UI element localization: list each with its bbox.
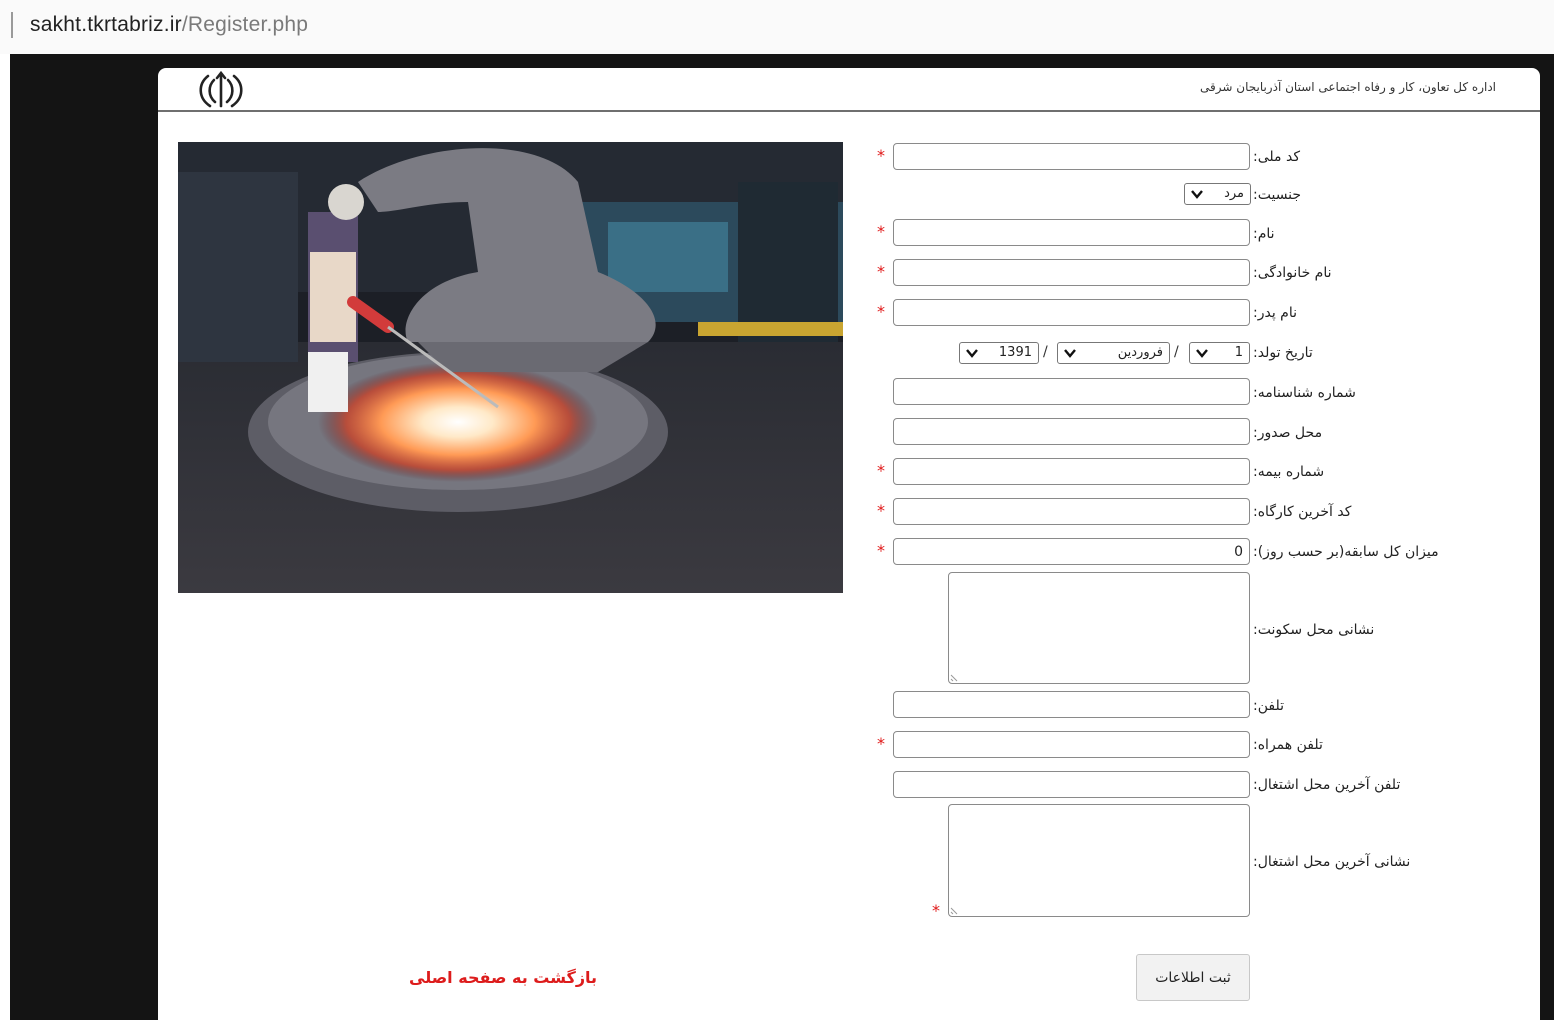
required-mark: * — [877, 302, 885, 321]
url-host: sakht.tkrtabriz.ir — [30, 13, 182, 36]
last-job-address-textarea[interactable] — [948, 804, 1250, 917]
phone-input[interactable] — [893, 691, 1250, 718]
last-name-label: نام خانوادگی: — [1253, 265, 1332, 281]
iran-emblem-icon — [199, 70, 243, 108]
experience-days-label: میزان کل سابقه(بر حسب روز): — [1253, 544, 1439, 560]
chevron-down-icon — [1191, 190, 1203, 199]
required-mark: * — [877, 222, 885, 241]
date-separator: / — [1043, 344, 1048, 360]
resize-grip-icon — [950, 674, 958, 682]
date-separator: / — [1174, 344, 1179, 360]
required-mark: * — [932, 901, 940, 920]
chevron-down-icon — [1196, 349, 1208, 358]
birth-year-value: 1391 — [998, 345, 1032, 360]
chevron-down-icon — [966, 349, 978, 358]
card-header: اداره کل تعاون، کار و رفاه اجتماعی استان… — [158, 68, 1540, 112]
required-mark: * — [877, 146, 885, 165]
phone-label: تلفن: — [1253, 698, 1284, 714]
required-mark: * — [877, 541, 885, 560]
url-text[interactable]: sakht.tkrtabriz.ir/Register.php — [30, 11, 308, 39]
gender-label: جنسیت: — [1253, 187, 1302, 203]
experience-days-input[interactable] — [893, 538, 1250, 565]
last-name-input[interactable] — [893, 259, 1250, 286]
browser-address-bar[interactable]: sakht.tkrtabriz.ir/Register.php — [0, 0, 1554, 54]
id-number-input[interactable] — [893, 378, 1250, 405]
chevron-down-icon — [1064, 349, 1076, 358]
birth-month-value: فروردین — [1117, 345, 1163, 360]
birth-year-select[interactable]: 1391 — [959, 342, 1039, 364]
workshop-code-input[interactable] — [893, 498, 1250, 525]
workshop-code-label: کد آخرین کارگاه: — [1253, 504, 1352, 520]
last-job-address-label: نشانی آخرین محل اشتغال: — [1253, 854, 1411, 870]
insurance-number-label: شماره بیمه: — [1253, 464, 1325, 480]
first-name-input[interactable] — [893, 219, 1250, 246]
father-name-input[interactable] — [893, 299, 1250, 326]
required-mark: * — [877, 734, 885, 753]
birth-month-select[interactable]: فروردین — [1057, 342, 1170, 364]
text-cursor — [11, 12, 13, 38]
first-name-label: نام: — [1253, 226, 1275, 242]
resize-grip-icon — [950, 907, 958, 915]
insurance-number-input[interactable] — [893, 458, 1250, 485]
furnace-photo — [178, 142, 843, 593]
issue-place-label: محل صدور: — [1253, 425, 1323, 441]
issue-place-input[interactable] — [893, 418, 1250, 445]
id-number-label: شماره شناسنامه: — [1253, 385, 1356, 401]
url-path: /Register.php — [181, 13, 309, 36]
birth-date-label: تاریخ تولد: — [1253, 345, 1313, 361]
last-job-phone-label: تلفن آخرین محل اشتغال: — [1253, 777, 1401, 793]
gender-select[interactable]: مرد — [1184, 183, 1251, 205]
gender-value: مرد — [1224, 186, 1244, 201]
required-mark: * — [877, 262, 885, 281]
last-job-phone-input[interactable] — [893, 771, 1250, 798]
home-address-textarea[interactable] — [948, 572, 1250, 684]
submit-button[interactable]: ثبت اطلاعات — [1136, 954, 1250, 1001]
home-address-label: نشانی محل سکونت: — [1253, 622, 1375, 638]
mobile-label: تلفن همراه: — [1253, 737, 1323, 753]
birth-day-value: 1 — [1234, 345, 1243, 360]
national-code-input[interactable] — [893, 143, 1250, 170]
required-mark: * — [877, 461, 885, 480]
mobile-input[interactable] — [893, 731, 1250, 758]
father-name-label: نام پدر: — [1253, 305, 1298, 321]
back-to-home-link[interactable]: بازگشت به صفحه اصلی — [409, 968, 597, 987]
org-title: اداره کل تعاون، کار و رفاه اجتماعی استان… — [1200, 80, 1496, 94]
national-code-label: کد ملی: — [1253, 149, 1300, 165]
required-mark: * — [877, 501, 885, 520]
birth-day-select[interactable]: 1 — [1189, 342, 1250, 364]
